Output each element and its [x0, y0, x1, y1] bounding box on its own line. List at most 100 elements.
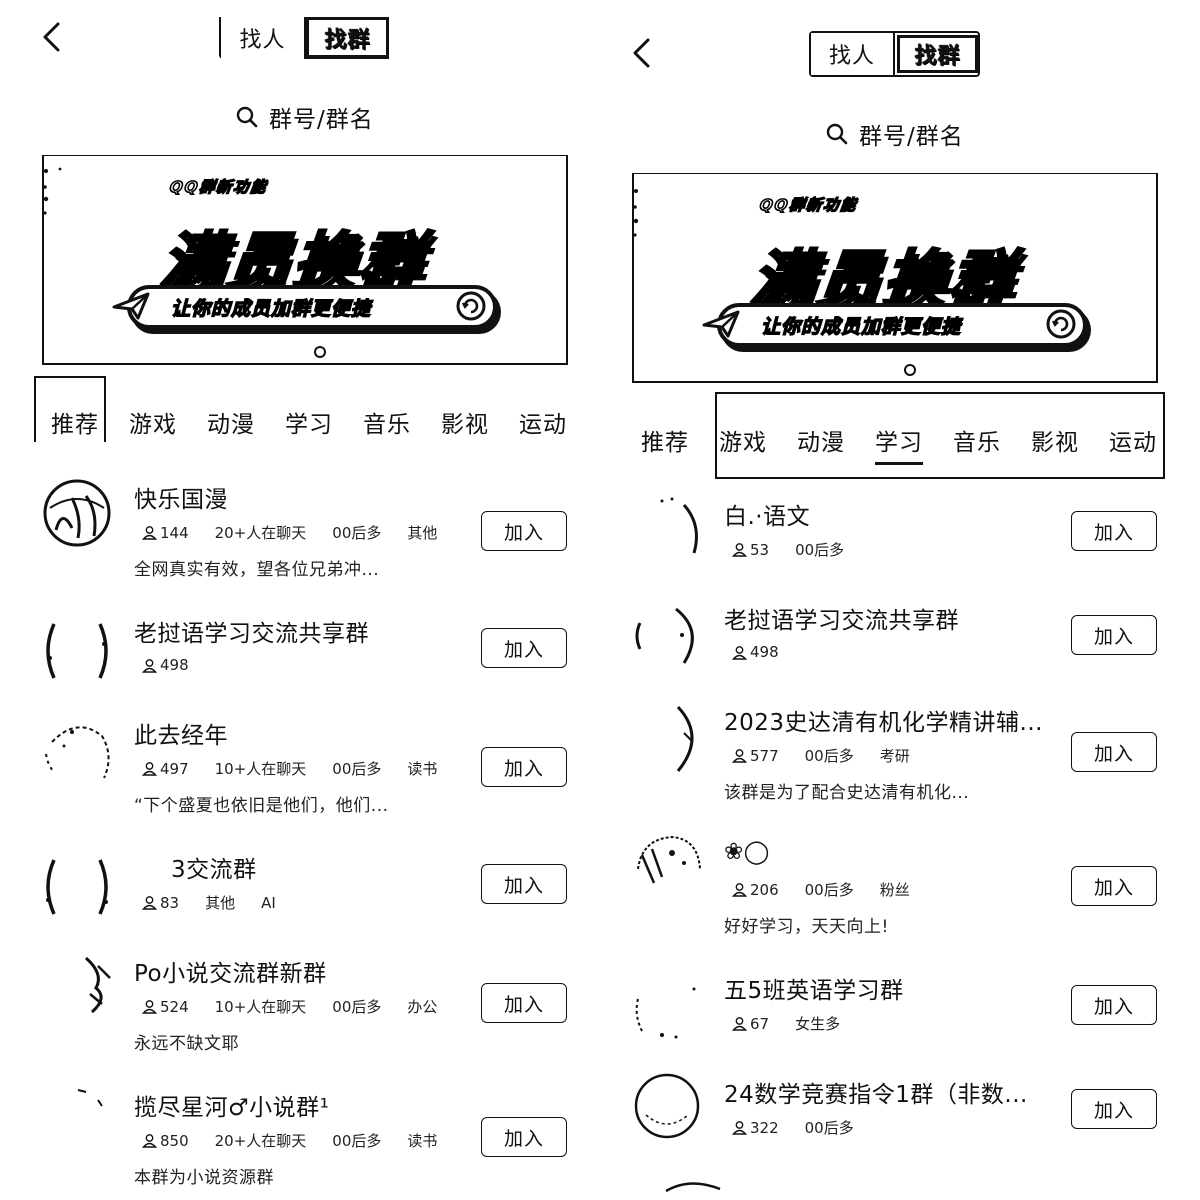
join-button[interactable]: 加入	[481, 747, 567, 787]
back-button[interactable]	[624, 34, 664, 74]
tab-anime[interactable]: 动漫	[782, 418, 860, 468]
carousel-indicator[interactable]	[904, 364, 916, 376]
carousel-indicator[interactable]	[314, 346, 326, 358]
person-icon	[142, 762, 157, 776]
refresh-icon	[1046, 309, 1076, 339]
group-avatar	[42, 478, 112, 548]
group-name: ❀◯	[724, 839, 771, 865]
tab-sports[interactable]: 运动	[504, 400, 582, 450]
group-meta: 498	[732, 643, 805, 661]
group-avatar	[78, 954, 118, 1024]
search-placeholder: 群号/群名	[269, 107, 374, 133]
group-meta: 67 女生多	[732, 1013, 866, 1034]
group-tag: 00后多	[332, 524, 382, 542]
tab-music[interactable]: 音乐	[938, 418, 1016, 468]
banner-decoration	[43, 167, 62, 215]
group-avatar	[42, 1086, 112, 1156]
join-button[interactable]: 加入	[1071, 511, 1157, 551]
promo-banner[interactable]: QQ群新功能 满员换群 让你的成员加群更便捷	[42, 155, 568, 365]
join-button[interactable]: 加入	[1071, 985, 1157, 1025]
back-button[interactable]	[34, 18, 74, 58]
group-name: Po小说交流群新群	[134, 961, 327, 987]
join-button[interactable]: 加入	[481, 628, 567, 668]
tab-anime[interactable]: 动漫	[192, 400, 270, 450]
tab-games[interactable]: 游戏	[114, 400, 192, 450]
group-tag: 00后多	[804, 1119, 854, 1137]
group-tag: 00后多	[795, 541, 845, 559]
search-field[interactable]: 群号/群名	[825, 117, 964, 151]
find-groups-tab[interactable]: 找群	[896, 35, 978, 73]
group-tag: 10+人在聊天	[214, 998, 307, 1016]
find-groups-tab[interactable]: 找群	[305, 17, 389, 59]
group-tag: 读书	[407, 760, 438, 778]
group-description: 好好学习，天天向上!	[724, 917, 889, 937]
person-icon	[732, 1017, 747, 1031]
join-button[interactable]: 加入	[1071, 732, 1157, 772]
group-tag: 其他	[205, 894, 236, 912]
group-tag: 10+人在聊天	[214, 760, 307, 778]
group-avatar	[632, 601, 702, 671]
tab-film[interactable]: 影视	[426, 400, 504, 450]
join-button[interactable]: 加入	[1071, 1089, 1157, 1129]
group-description: “下个盛夏也依旧是他们，他们...	[134, 796, 389, 816]
person-icon	[142, 1000, 157, 1014]
search-field[interactable]: 群号/群名	[235, 100, 374, 134]
tab-sports[interactable]: 运动	[1094, 418, 1172, 468]
person-icon	[732, 1121, 747, 1135]
tab-recommended[interactable]: 推荐	[36, 400, 114, 450]
paper-plane-icon	[112, 292, 150, 320]
group-meta: 83 其他 AI	[142, 892, 302, 913]
banner-subtitle: QQ群新功能	[168, 177, 270, 197]
member-count: 67	[732, 1015, 769, 1033]
group-description: 全网真实有效，望各位兄弟冲...	[134, 560, 380, 580]
member-count-value: 577	[750, 746, 779, 765]
member-count: 206	[732, 881, 779, 899]
group-meta: 322 00后多	[732, 1117, 880, 1138]
member-count: 144	[142, 524, 189, 542]
paper-plane-icon	[702, 310, 740, 338]
people-groups-switch: 找人 找群	[809, 31, 980, 77]
group-name: 五5班英语学习群	[724, 978, 904, 1004]
search-placeholder: 群号/群名	[859, 124, 964, 150]
banner-slogan: 让你的成员加群更便捷	[760, 315, 962, 338]
group-tag: 00后多	[804, 747, 854, 765]
tab-games[interactable]: 游戏	[704, 418, 782, 468]
group-name: 老挝语学习交流共享群	[724, 608, 959, 634]
group-avatar	[42, 716, 112, 786]
tab-study[interactable]: 学习	[270, 400, 348, 450]
join-button[interactable]: 加入	[1071, 615, 1157, 655]
join-button[interactable]: 加入	[481, 983, 567, 1023]
group-meta: 524 10+人在聊天 00后多 办公	[142, 996, 463, 1017]
group-tag: 女生多	[795, 1015, 841, 1033]
join-button[interactable]: 加入	[1071, 866, 1157, 906]
find-people-tab[interactable]: 找人	[811, 33, 895, 75]
tab-recommended[interactable]: 推荐	[626, 418, 704, 468]
group-avatar	[632, 1071, 702, 1141]
tab-study[interactable]: 学习	[860, 418, 938, 468]
group-tag: AI	[261, 893, 276, 912]
member-count-value: 144	[160, 523, 189, 542]
member-count-value: 498	[750, 643, 779, 661]
tab-music[interactable]: 音乐	[348, 400, 426, 450]
find-people-tab[interactable]: 找人	[221, 17, 306, 59]
refresh-icon	[456, 291, 486, 321]
person-icon	[142, 526, 157, 540]
member-count: 524	[142, 998, 189, 1016]
member-count-value: 524	[160, 997, 189, 1016]
person-icon	[732, 883, 747, 897]
member-count: 498	[142, 656, 189, 674]
group-avatar	[632, 979, 702, 1049]
banner-slogan: 让你的成员加群更便捷	[170, 297, 372, 320]
tab-film[interactable]: 影视	[1016, 418, 1094, 468]
person-icon	[142, 896, 157, 910]
join-button[interactable]: 加入	[481, 1117, 567, 1157]
group-meta: 53 00后多	[732, 539, 870, 560]
people-groups-switch: 找人 找群	[219, 17, 389, 59]
join-button[interactable]: 加入	[481, 511, 567, 551]
join-button[interactable]: 加入	[481, 864, 567, 904]
group-tag: 00后多	[804, 881, 854, 899]
right-screen: 找人 找群 群号/群名 QQ群新功能 满员换群 让你的成员加群更便捷 推荐 游戏…	[600, 0, 1200, 1200]
promo-banner[interactable]: QQ群新功能 满员换群 让你的成员加群更便捷	[632, 173, 1158, 383]
member-count-value: 53	[750, 540, 770, 559]
member-count-value: 83	[160, 893, 180, 912]
